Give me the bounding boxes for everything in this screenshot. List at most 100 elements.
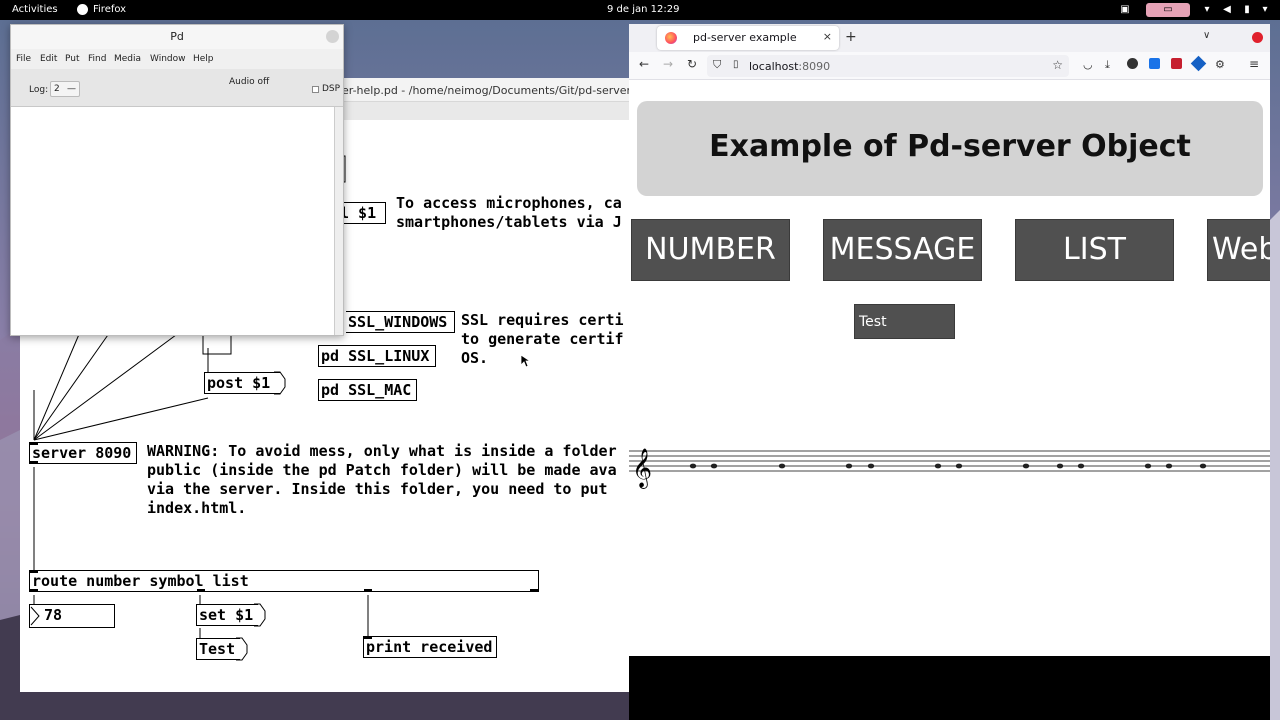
outlet[interactable]	[30, 461, 38, 464]
pd-main-toolbar: Audio off Log: 2— DSP	[11, 69, 343, 107]
shield-icon[interactable]: ⛉	[713, 58, 721, 72]
object-text: SSL_WINDOWS	[348, 313, 448, 331]
chevron-down-icon: —	[67, 84, 76, 94]
object-text: route number symbol list	[32, 572, 249, 590]
menu-help[interactable]: Help	[193, 54, 214, 64]
menu-put[interactable]: Put	[65, 54, 80, 64]
treble-clef-icon: 𝄞	[632, 448, 652, 489]
log-level-select[interactable]: 2—	[50, 81, 80, 97]
music-staff: 𝄞	[629, 448, 1270, 489]
downloads-icon[interactable]: ⤓	[1105, 58, 1110, 72]
message-set[interactable]: set $1	[196, 604, 258, 626]
reload-icon[interactable]: ↻	[687, 57, 697, 71]
activities-button[interactable]: Activities	[12, 4, 58, 16]
outlet[interactable]	[197, 589, 205, 592]
object-ssl-mac[interactable]: pd SSL_MAC	[318, 379, 417, 401]
url-port: :8090	[798, 60, 831, 73]
firefox-icon	[77, 4, 88, 15]
object-route[interactable]: route number symbol list	[29, 570, 539, 592]
clipboard-icon[interactable]: ▣	[1118, 3, 1132, 17]
message-test[interactable]: Test	[196, 638, 240, 660]
note-head	[955, 463, 963, 469]
message-button[interactable]: MESSAGE	[823, 219, 982, 281]
number-button[interactable]: NUMBER	[631, 219, 790, 281]
menu-file[interactable]: File	[16, 54, 31, 64]
message-flag	[254, 603, 266, 627]
system-menu-icon[interactable]: ▾	[1258, 3, 1272, 17]
clock[interactable]: 9 de jan 12:29	[607, 4, 679, 16]
object-server[interactable]: server 8090	[29, 442, 137, 464]
number-triangle-icon	[30, 606, 40, 626]
wifi-icon[interactable]: ▾	[1200, 3, 1214, 17]
list-tabs-icon[interactable]: ∨	[1203, 30, 1210, 41]
message-flag	[274, 371, 286, 395]
app-menu-label[interactable]: Firefox	[93, 4, 126, 16]
console-scrollbar[interactable]	[334, 107, 343, 335]
pd-console[interactable]	[11, 107, 333, 335]
note-head	[689, 463, 697, 469]
message-text: Test	[199, 640, 236, 658]
object-ssl-linux[interactable]: pd SSL_LINUX	[318, 345, 436, 367]
pd-main-titlebar[interactable]: Pd	[11, 25, 343, 49]
object-print[interactable]: print received	[363, 636, 497, 658]
comment-ssl: SSL requires certi to generate certif OS…	[461, 311, 624, 367]
comment-warning: WARNING: To avoid mess, only what is ins…	[147, 442, 617, 517]
menu-window[interactable]: Window	[150, 54, 186, 64]
list-button[interactable]: LIST	[1015, 219, 1174, 281]
close-tab-icon[interactable]: ×	[823, 30, 832, 43]
note-head	[1077, 463, 1085, 469]
note-head	[710, 463, 718, 469]
hamburger-menu-icon[interactable]: ≡	[1249, 57, 1259, 71]
battery-icon[interactable]: ▮	[1240, 3, 1254, 17]
url-bar[interactable]: ⛉ ▯ localhost:8090 ☆	[707, 55, 1069, 77]
firefox-tabbar: pd-server example × + ∨	[629, 24, 1270, 52]
page-bottom-area	[629, 656, 1270, 720]
menu-find[interactable]: Find	[88, 54, 106, 64]
inlet[interactable]	[30, 570, 38, 573]
extension-icon[interactable]	[1149, 58, 1160, 69]
firefox-window: pd-server example × + ∨ ← → ↻ ⛉ ▯ localh…	[629, 24, 1270, 720]
url-text: localhost:8090	[749, 60, 830, 73]
inlet[interactable]	[30, 442, 38, 445]
message-post[interactable]: post $1	[204, 372, 280, 394]
browser-tab[interactable]: pd-server example ×	[657, 26, 839, 50]
note-head	[934, 463, 942, 469]
page-info-icon[interactable]: ▯	[733, 59, 739, 70]
extension-icon[interactable]	[1190, 55, 1207, 72]
tab-title: pd-server example	[693, 31, 797, 44]
menu-edit[interactable]: Edit	[40, 54, 57, 64]
bookmark-star-icon[interactable]: ☆	[1052, 58, 1063, 72]
back-icon[interactable]: ←	[639, 57, 649, 71]
outlet[interactable]	[530, 589, 538, 592]
inlet[interactable]	[364, 636, 372, 639]
firefox-navbar: ← → ↻ ⛉ ▯ localhost:8090 ☆ ◡ ⤓ ⚙ ≡	[629, 52, 1270, 80]
extensions-puzzle-icon[interactable]: ⚙	[1215, 58, 1225, 71]
log-level-value: 2	[54, 84, 60, 94]
log-label: Log:	[29, 85, 49, 95]
ublock-icon[interactable]	[1171, 58, 1182, 69]
note-head	[1165, 463, 1173, 469]
outlet[interactable]	[364, 589, 372, 592]
object-text: print received	[366, 638, 493, 656]
test-message-field[interactable]: Test	[854, 304, 955, 339]
close-icon[interactable]	[326, 30, 339, 43]
menu-media[interactable]: Media	[114, 54, 141, 64]
message-text: post $1	[207, 374, 271, 392]
top-bar: Activities Firefox 9 de jan 12:29 ▣ ▭ ▾ …	[0, 0, 1280, 20]
object-ssl-windows[interactable]: SSL_WINDOWS	[346, 311, 455, 333]
outlet[interactable]	[30, 589, 38, 592]
close-window-icon[interactable]	[1252, 32, 1263, 43]
web-button[interactable]: Web	[1207, 219, 1270, 281]
volume-icon[interactable]: ◀	[1220, 3, 1234, 17]
forward-icon[interactable]: →	[663, 57, 673, 71]
note-head	[1022, 463, 1030, 469]
message-text: set $1	[199, 606, 254, 624]
screencast-indicator-icon[interactable]: ▭	[1146, 3, 1190, 17]
new-tab-icon[interactable]: +	[845, 29, 857, 45]
url-host: localhost	[749, 60, 799, 73]
page-header: Example of Pd-server Object	[637, 101, 1263, 196]
message-box-top[interactable]: l $1	[338, 202, 386, 224]
pocket-icon[interactable]: ◡	[1083, 58, 1093, 71]
account-icon[interactable]	[1127, 58, 1138, 69]
dsp-checkbox[interactable]	[312, 86, 319, 93]
